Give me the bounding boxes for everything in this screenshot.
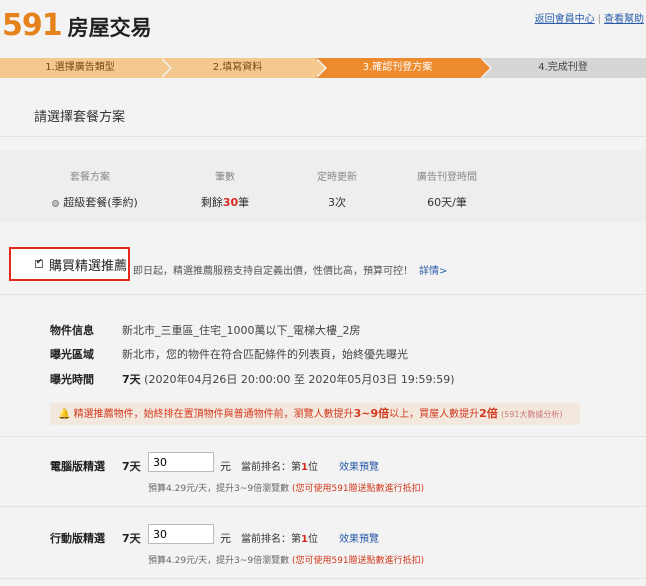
exposure-area-label: 曝光區域 xyxy=(50,348,94,361)
budget-note: 預算4.29元/天，提升3~9倍瀏覽數 xyxy=(148,556,290,566)
plan-header-count: 筆數 xyxy=(215,172,235,183)
points-note: (您可使用591贈送點數進行抵扣) xyxy=(291,484,425,494)
rank-suffix: 位 xyxy=(307,534,318,545)
mobile-featured-unit: 元 xyxy=(220,532,231,545)
mobile-featured-preview-link[interactable]: 效果預覽 xyxy=(339,530,379,545)
section-title: 請選擇套餐方案 xyxy=(34,110,126,125)
notice-source: (591大數據分析) xyxy=(501,410,563,419)
exposure-area-value: 新北市，您的物件在符合匹配條件的列表頁，始終優先曝光 xyxy=(122,348,408,361)
plan-duration: 60天/筆 xyxy=(427,196,467,209)
rank-prefix: 當前排名：第 xyxy=(241,462,301,473)
divider xyxy=(0,506,646,507)
buy-featured-label: 購買精選推薦 xyxy=(49,258,128,274)
step-2-label: 2.填寫資料 xyxy=(212,62,263,73)
desktop-featured-rank: 當前排名：第1位 xyxy=(241,458,318,473)
divider xyxy=(0,578,646,579)
step-1-label: 1.選擇廣告類型 xyxy=(45,62,115,73)
notice-text-2: 以上，買屋人數提升 xyxy=(389,409,480,420)
points-note: (您可使用591贈送點數進行抵扣) xyxy=(291,556,425,566)
divider xyxy=(0,294,646,295)
step-3: 3.確認刊登方案 xyxy=(315,58,492,78)
plan-count-suffix: 筆 xyxy=(238,196,250,209)
desktop-featured-unit: 元 xyxy=(220,460,231,473)
mobile-featured-bid-input[interactable] xyxy=(148,524,214,544)
step-4: 4.完成刊登 xyxy=(480,58,646,78)
desktop-featured-bid-input[interactable] xyxy=(148,452,214,472)
logo-text: 房屋交易 xyxy=(67,16,152,40)
divider xyxy=(0,436,646,437)
rank-value: 1 xyxy=(301,534,308,545)
checkbox-checked-icon[interactable] xyxy=(35,257,43,268)
step-4-label: 4.完成刊登 xyxy=(538,62,588,73)
exposure-days: 7天 xyxy=(122,373,141,386)
step-2: 2.填寫資料 xyxy=(160,58,327,78)
exposure-time-value: 7天 (2020年04月26日 20:00:00 至 2020年05月03日 1… xyxy=(122,371,455,387)
rank-prefix: 當前排名：第 xyxy=(241,534,301,545)
item-info-label: 物件信息 xyxy=(50,324,94,337)
help-link[interactable]: 查看幫助 xyxy=(604,14,644,25)
plan-header-name: 套餐方案 xyxy=(70,172,110,183)
plan-header-refresh: 定時更新 xyxy=(317,172,357,183)
plan-refresh: 3次 xyxy=(328,196,346,209)
link-separator: | xyxy=(597,14,601,25)
featured-desc-text: 即日起，精選推薦服務支持自定義出價，性價比高，預算可控！ xyxy=(133,266,413,277)
desktop-featured-label: 電腦版精選 xyxy=(50,460,105,473)
back-to-member-center-link[interactable]: 返回會員中心 xyxy=(535,14,595,25)
buy-featured-checkbox[interactable]: 購買精選推薦 xyxy=(9,247,130,281)
plan-option[interactable]: 超級套餐(季約) xyxy=(40,194,150,210)
plan-header-duration: 廣告刊登時間 xyxy=(417,172,477,183)
notice-bold-2: 2倍 xyxy=(479,407,498,420)
mobile-featured-note: 預算4.29元/天，提升3~9倍瀏覽數 (您可使用591贈送點數進行抵扣) xyxy=(148,553,424,566)
desktop-featured-preview-link[interactable]: 效果預覽 xyxy=(339,458,379,473)
top-links: 返回會員中心 | 查看幫助 xyxy=(535,10,644,25)
mobile-featured-days: 7天 xyxy=(122,532,141,545)
mobile-featured-rank: 當前排名：第1位 xyxy=(241,530,318,545)
rank-suffix: 位 xyxy=(307,462,318,473)
plan-count-prefix: 剩餘 xyxy=(200,196,223,209)
plan-radio[interactable] xyxy=(52,199,60,207)
progress-steps: 1.選擇廣告類型 2.填寫資料 3.確認刊登方案 4.完成刊登 xyxy=(0,58,646,78)
desktop-featured-note: 預算4.29元/天，提升3~9倍瀏覽數 (您可使用591贈送點數進行抵扣) xyxy=(148,481,424,494)
featured-description: 即日起，精選推薦服務支持自定義出價，性價比高，預算可控！ 詳情> xyxy=(133,262,447,277)
bell-icon: 🔔 xyxy=(58,409,71,420)
rank-value: 1 xyxy=(301,462,308,473)
page-header: 591 房屋交易 返回會員中心 | 查看幫助 xyxy=(0,0,646,52)
notice-text-1: 精選推薦物件，始終排在置頂物件與普通物件前，瀏覽人數提升 xyxy=(73,409,354,420)
exposure-range: (2020年04月26日 20:00:00 至 2020年05月03日 19:5… xyxy=(144,373,455,386)
item-info-value: 新北市_三重區_住宅_1000萬以下_電梯大樓_2房 xyxy=(122,324,361,337)
mobile-featured-label: 行動版精選 xyxy=(50,532,105,545)
logo[interactable]: 591 房屋交易 xyxy=(2,8,152,43)
plan-count: 剩餘30筆 xyxy=(175,194,275,210)
featured-details-link[interactable]: 詳情> xyxy=(419,266,447,277)
exposure-time-label: 曝光時間 xyxy=(50,373,94,386)
plan-table: 套餐方案 筆數 定時更新 廣告刊登時間 超級套餐(季約) 剩餘30筆 3次 60… xyxy=(0,150,646,222)
notice-bold-1: 3~9倍 xyxy=(353,407,390,420)
featured-notice: 🔔 精選推薦物件，始終排在置頂物件與普通物件前，瀏覽人數提升3~9倍以上，買屋人… xyxy=(50,403,580,425)
plan-count-number: 30 xyxy=(222,196,239,209)
step-3-label: 3.確認刊登方案 xyxy=(362,62,433,73)
step-1: 1.選擇廣告類型 xyxy=(0,58,172,78)
plan-name: 超級套餐(季約) xyxy=(63,196,138,209)
logo-number: 591 xyxy=(2,8,63,43)
desktop-featured-days: 7天 xyxy=(122,460,141,473)
divider xyxy=(0,136,646,137)
budget-note: 預算4.29元/天，提升3~9倍瀏覽數 xyxy=(148,484,290,494)
